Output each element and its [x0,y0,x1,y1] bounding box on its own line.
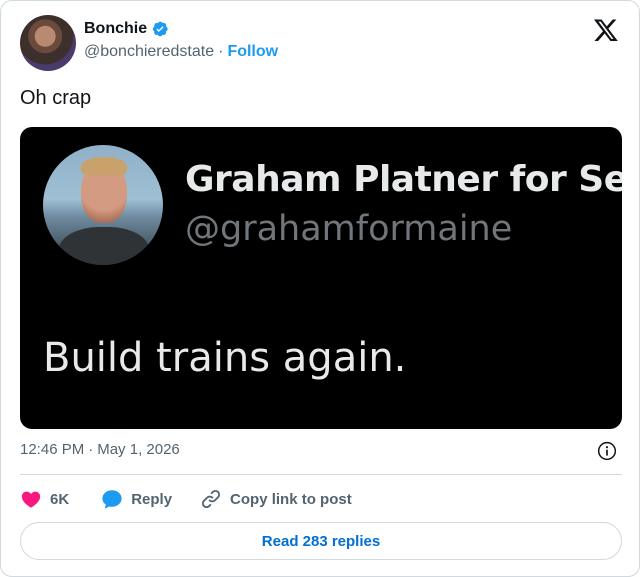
copy-link-button[interactable]: Copy link to post [200,488,352,510]
like-button[interactable]: 6K [20,488,69,510]
author-handle[interactable]: @bonchieredstate [84,43,214,61]
timestamp-link[interactable]: 12:46 PM · May 1, 2026 [20,441,180,458]
speech-bubble-icon [102,490,122,509]
tweet-text: Oh crap [20,87,92,109]
link-icon [202,489,221,509]
like-count: 6K [50,490,70,508]
author-display-name[interactable]: Bonchie [84,20,147,38]
embedded-display-name: Graham Platner for Ser [185,159,622,200]
embedded-post-image[interactable]: Graham Platner for Ser @grahamformaine B… [20,127,622,429]
action-bar: 6K Reply Copy link to post [20,487,352,511]
author-name-row: Bonchie [84,19,169,39]
follow-button[interactable]: Follow [227,43,278,61]
tweet-date: May 1, 2026 [97,441,180,458]
heart-icon [21,491,41,508]
embedded-handle: @grahamformaine [185,209,513,249]
tweet-time: 12:46 PM [20,441,85,458]
tweet-card: Bonchie @bonchieredstate · Follow Oh cra… [0,0,640,577]
divider [20,474,622,475]
author-handle-row: @bonchieredstate · Follow [84,43,278,61]
reply-label: Reply [131,490,173,508]
x-logo-icon[interactable] [593,17,619,43]
info-icon[interactable] [597,441,617,461]
time-separator: · [88,441,94,458]
reply-button[interactable]: Reply [101,488,172,510]
copy-link-label: Copy link to post [230,490,352,508]
embedded-avatar [43,145,163,265]
embedded-post-text: Build trains again. [43,335,407,381]
avatar-hair [81,157,127,175]
author-avatar[interactable] [20,15,76,71]
read-replies-button[interactable]: Read 283 replies [20,522,622,560]
handle-separator: · [218,43,224,60]
avatar-shirt [59,227,149,265]
verified-badge-icon [152,21,168,37]
